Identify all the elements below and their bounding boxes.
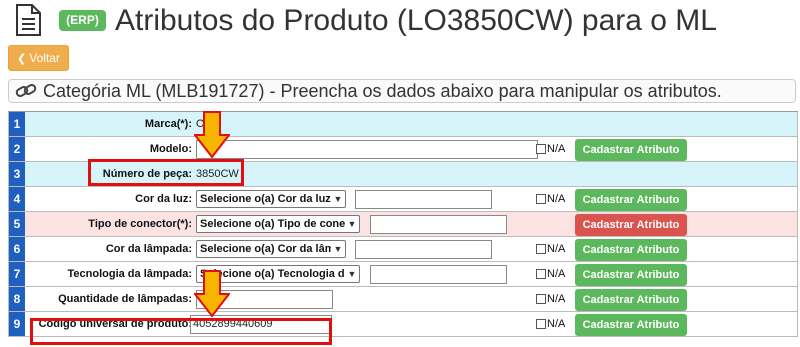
checkbox[interactable]: [536, 194, 546, 204]
chevron-down-icon: ▼: [333, 194, 343, 204]
table-row-numero-peca: 3 Número de peça: 3850CW: [8, 162, 798, 187]
cadastrar-atributo-button-tipo-conector[interactable]: Cadastrar Atributo: [575, 214, 687, 236]
row-number: 6: [9, 237, 25, 261]
na-label: N/A: [547, 243, 566, 255]
tipo-conector-select[interactable]: Selecione o(a) Tipo de conector ▼: [196, 215, 360, 233]
row-label-codigo-universal: Código universal de produto:: [38, 318, 192, 330]
na-checkbox-tecnologia[interactable]: N/A: [536, 262, 565, 286]
cor-lampada-input[interactable]: [355, 240, 492, 259]
checkbox[interactable]: [536, 294, 546, 304]
row-label-cor-luz: Cor da luz:: [135, 193, 192, 205]
erp-badge: (ERP): [59, 10, 106, 31]
tecnologia-input[interactable]: [370, 265, 507, 284]
document-icon: [16, 4, 41, 36]
chevron-left-icon: ❮: [17, 52, 27, 65]
chevron-down-icon: ▼: [347, 219, 357, 229]
checkbox[interactable]: [536, 244, 546, 254]
na-label: N/A: [547, 293, 566, 305]
cadastrar-atributo-button-codigo-universal[interactable]: Cadastrar Atributo: [575, 314, 687, 336]
row-label-marca: Marca(*):: [144, 118, 192, 130]
modelo-input[interactable]: [196, 140, 538, 159]
row-number: 2: [9, 137, 25, 161]
checkbox[interactable]: [536, 319, 546, 329]
cor-lampada-select[interactable]: Selecione o(a) Cor da lâmpada ▼: [196, 240, 346, 258]
table-row-tipo-conector: 5 Tipo de conector(*): Selecione o(a) Ti…: [8, 212, 798, 237]
table-row-marca: 1 Marca(*): OS: [8, 112, 798, 137]
checkbox[interactable]: [536, 269, 546, 279]
value-numero-peca: 3850CW: [196, 168, 239, 180]
row-label-quantidade: Quantidade de lâmpadas:: [58, 293, 192, 305]
na-label: N/A: [547, 268, 566, 280]
cor-luz-select[interactable]: Selecione o(a) Cor da luz ▼: [196, 190, 346, 208]
arrow-down-icon: [194, 111, 230, 159]
cor-luz-input[interactable]: [355, 190, 492, 209]
na-label: N/A: [547, 143, 566, 155]
na-checkbox-quantidade[interactable]: N/A: [536, 287, 565, 311]
row-number: 4: [9, 187, 25, 211]
na-label: N/A: [547, 193, 566, 205]
table-row-cor-luz: 4 Cor da luz: Selecione o(a) Cor da luz …: [8, 187, 798, 212]
table-row-codigo-universal: 9 Código universal de produto: 405289944…: [8, 312, 798, 337]
row-label-cor-lampada: Cor da lâmpada:: [105, 243, 192, 255]
row-label-modelo: Modelo:: [149, 143, 192, 155]
row-label-tecnologia: Tecnologia da lâmpada:: [67, 268, 193, 280]
na-checkbox-modelo[interactable]: N/A: [536, 137, 565, 161]
row-number: 8: [9, 287, 25, 311]
row-number: 5: [9, 212, 25, 236]
category-bar: Categória ML (MLB191727) - Preencha os d…: [8, 79, 796, 103]
back-button-label: Voltar: [29, 51, 60, 65]
category-text: Categória ML (MLB191727) - Preencha os d…: [43, 80, 722, 101]
row-label-tipo-conector: Tipo de conector(*):: [88, 218, 192, 230]
row-number: 9: [9, 312, 25, 336]
na-checkbox-cor-lampada[interactable]: N/A: [536, 237, 565, 261]
arrow-down-icon: [194, 270, 230, 318]
table-row-quantidade: 8 Quantidade de lâmpadas: N/A Cadastrar …: [8, 287, 798, 312]
attributes-table: 1 Marca(*): OS 2 Modelo: N/A Cadastrar A…: [8, 111, 798, 337]
table-row-modelo: 2 Modelo: N/A Cadastrar Atributo: [8, 137, 798, 162]
checkbox[interactable]: [536, 144, 546, 154]
cadastrar-atributo-button-modelo[interactable]: Cadastrar Atributo: [575, 139, 687, 161]
cadastrar-atributo-button-quantidade[interactable]: Cadastrar Atributo: [575, 289, 687, 311]
cadastrar-atributo-button-tecnologia[interactable]: Cadastrar Atributo: [575, 264, 687, 286]
table-row-cor-lampada: 6 Cor da lâmpada: Selecione o(a) Cor da …: [8, 237, 798, 262]
back-button[interactable]: ❮ Voltar: [8, 45, 69, 71]
link-icon: [15, 84, 37, 97]
na-checkbox-codigo-universal[interactable]: N/A: [536, 312, 565, 336]
chevron-down-icon: ▼: [333, 244, 343, 254]
na-label: N/A: [547, 318, 566, 330]
row-number: 3: [9, 162, 25, 186]
cadastrar-atributo-button-cor-luz[interactable]: Cadastrar Atributo: [575, 189, 687, 211]
row-number: 7: [9, 262, 25, 286]
row-label-numero-peca: Número de peça:: [102, 168, 192, 180]
tipo-conector-input[interactable]: [370, 215, 507, 234]
table-row-tecnologia: 7 Tecnologia da lâmpada: Selecione o(a) …: [8, 262, 798, 287]
page-title: Atributos do Produto (LO3850CW) para o M…: [115, 4, 717, 37]
na-checkbox-cor-luz[interactable]: N/A: [536, 187, 565, 211]
cadastrar-atributo-button-cor-lampada[interactable]: Cadastrar Atributo: [575, 239, 687, 261]
row-number: 1: [9, 112, 25, 136]
page-header: (ERP) Atributos do Produto (LO3850CW) pa…: [0, 0, 800, 42]
chevron-down-icon: ▼: [347, 269, 357, 279]
